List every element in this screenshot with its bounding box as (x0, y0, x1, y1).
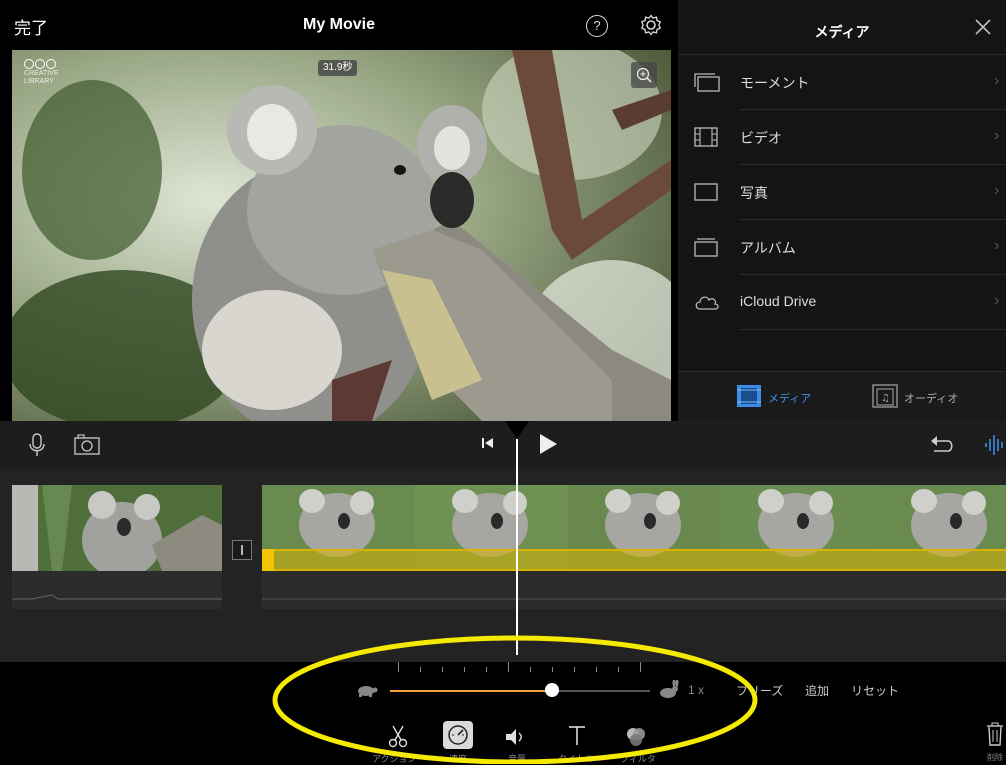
speed-ruler-tick (618, 667, 619, 672)
media-item-icloud-drive[interactable]: iCloud Drive › (678, 275, 1006, 330)
speed-ruler-tick (574, 667, 575, 672)
svg-text:♫: ♫ (881, 393, 890, 404)
speed-ruler-tick (486, 667, 487, 672)
chevron-right-icon: › (994, 127, 1000, 144)
skip-to-start-icon[interactable] (480, 435, 496, 451)
media-item-label: 写真 (740, 185, 768, 201)
camera-icon[interactable] (74, 433, 100, 455)
video-preview[interactable]: CREATIVE LIBRARY 31.9秒 (12, 50, 671, 421)
logo-text: CREATIVE LIBRARY (24, 70, 59, 85)
playhead-marker (505, 421, 529, 439)
chevron-right-icon: › (994, 72, 1000, 89)
speed-ruler-tick (596, 667, 597, 672)
chevron-right-icon: › (994, 182, 1000, 199)
speed-ruler-tick (442, 667, 443, 672)
tab-media-label[interactable]: メディア (768, 390, 811, 406)
clip-gap (222, 571, 262, 609)
media-item-albums[interactable]: アルバム › (678, 220, 1006, 275)
tab-audio[interactable]: ♫ (872, 384, 898, 408)
clip-thumbnail (12, 485, 222, 571)
media-item-label: ビデオ (740, 130, 782, 146)
play-icon[interactable] (538, 433, 558, 455)
trash-label: 削除 (987, 753, 1003, 762)
trash-icon[interactable] (986, 722, 1004, 746)
playhead[interactable] (516, 439, 518, 655)
media-item-moments[interactable]: モーメント › (678, 55, 1006, 110)
film-icon (694, 127, 718, 147)
selected-clip-speed-track[interactable] (262, 549, 1006, 571)
media-item-label: モーメント (740, 75, 810, 91)
clip-trim-handle[interactable] (262, 549, 274, 571)
media-item-video[interactable]: ビデオ › (678, 110, 1006, 165)
divider (740, 329, 1006, 330)
close-icon[interactable] (974, 18, 992, 36)
photo-icon (694, 182, 718, 202)
tab-audio-label[interactable]: オーディオ (904, 390, 958, 406)
speed-ruler-tick (508, 662, 509, 672)
speed-ruler-tick (640, 662, 641, 672)
media-item-label: iCloud Drive (740, 293, 817, 309)
timeline-toolbar (0, 421, 1006, 469)
undo-icon[interactable] (930, 435, 954, 455)
tab-media[interactable] (736, 384, 762, 408)
timeline[interactable] (0, 421, 1006, 662)
settings-gear-icon[interactable] (640, 14, 662, 36)
media-panel-title: メディア (814, 24, 870, 40)
add-button[interactable]: 追加 (805, 682, 829, 699)
transition-icon[interactable] (232, 540, 252, 560)
album-icon (694, 237, 718, 257)
zoom-in-icon (636, 67, 652, 83)
duration-badge: 31.9秒 (318, 60, 358, 76)
media-item-label: アルバム (740, 240, 796, 256)
speed-ruler-tick (464, 667, 465, 672)
chevron-right-icon: › (994, 292, 1000, 309)
chevron-right-icon: › (994, 237, 1000, 254)
audio-waveform-icon[interactable] (984, 433, 1006, 457)
help-button[interactable]: ? (586, 15, 608, 37)
zoom-button[interactable] (631, 62, 657, 88)
cloud-icon (694, 292, 720, 312)
speed-ruler-tick (420, 667, 421, 672)
media-browser-panel: メディア モーメント › ビデオ › 写真 › アルバム › iCloud Dr… (678, 0, 1006, 422)
koala-preview-image (12, 50, 671, 421)
media-item-photos[interactable]: 写真 › (678, 165, 1006, 220)
video-clip[interactable] (12, 485, 222, 571)
creative-library-logo: CREATIVE LIBRARY (24, 58, 59, 86)
moments-icon (694, 72, 720, 92)
highlight-ellipse (270, 630, 760, 764)
music-note-icon: ♫ (872, 384, 898, 408)
speed-ruler-tick (552, 667, 553, 672)
speed-ruler-tick (530, 667, 531, 672)
media-film-icon (737, 385, 761, 407)
media-tab-bar: メディア ♫ オーディオ (678, 371, 1006, 422)
project-title: My Movie (302, 16, 375, 33)
speed-ruler-tick (398, 662, 399, 672)
reset-button[interactable]: リセット (851, 682, 899, 699)
audio-waveform-track (12, 571, 1006, 609)
microphone-icon[interactable] (28, 433, 46, 457)
